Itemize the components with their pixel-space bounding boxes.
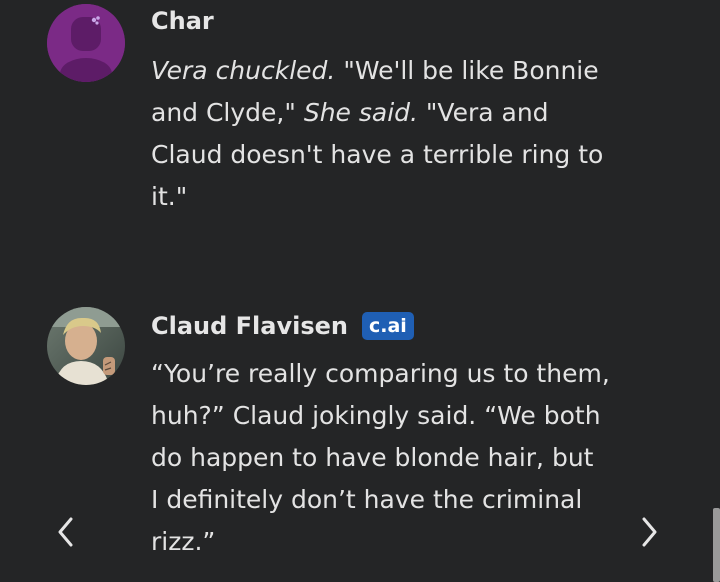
sender-name-claud: Claud Flavisen c.ai: [151, 312, 414, 340]
italic-action: Vera chuckled.: [151, 56, 336, 85]
dialogue-text: “You’re really comparing us to them, huh…: [151, 359, 610, 556]
message-body-char: Vera chuckled. "We'll be like Bonnie and…: [151, 50, 671, 218]
next-swipe-button[interactable]: [634, 512, 664, 552]
cai-badge: c.ai: [362, 312, 414, 340]
message-claud: Claud Flavisen c.ai “You’re really compa…: [0, 300, 720, 582]
user-avatar-icon: [47, 4, 125, 82]
character-avatar-photo-icon: [47, 307, 125, 385]
message-char: Char Vera chuckled. "We'll be like Bonni…: [0, 0, 720, 260]
sender-name-char: Char: [151, 7, 214, 35]
message-body-claud: “You’re really comparing us to them, huh…: [151, 353, 671, 563]
chevron-right-icon: [642, 517, 657, 547]
avatar-claud[interactable]: [47, 307, 125, 385]
scrollbar[interactable]: [713, 508, 720, 582]
previous-swipe-button[interactable]: [51, 512, 81, 552]
sender-name: Char: [151, 7, 214, 35]
italic-action: She said.: [303, 98, 418, 127]
sender-name: Claud Flavisen: [151, 312, 348, 340]
chevron-left-icon: [58, 517, 73, 547]
avatar-char[interactable]: [47, 4, 125, 82]
